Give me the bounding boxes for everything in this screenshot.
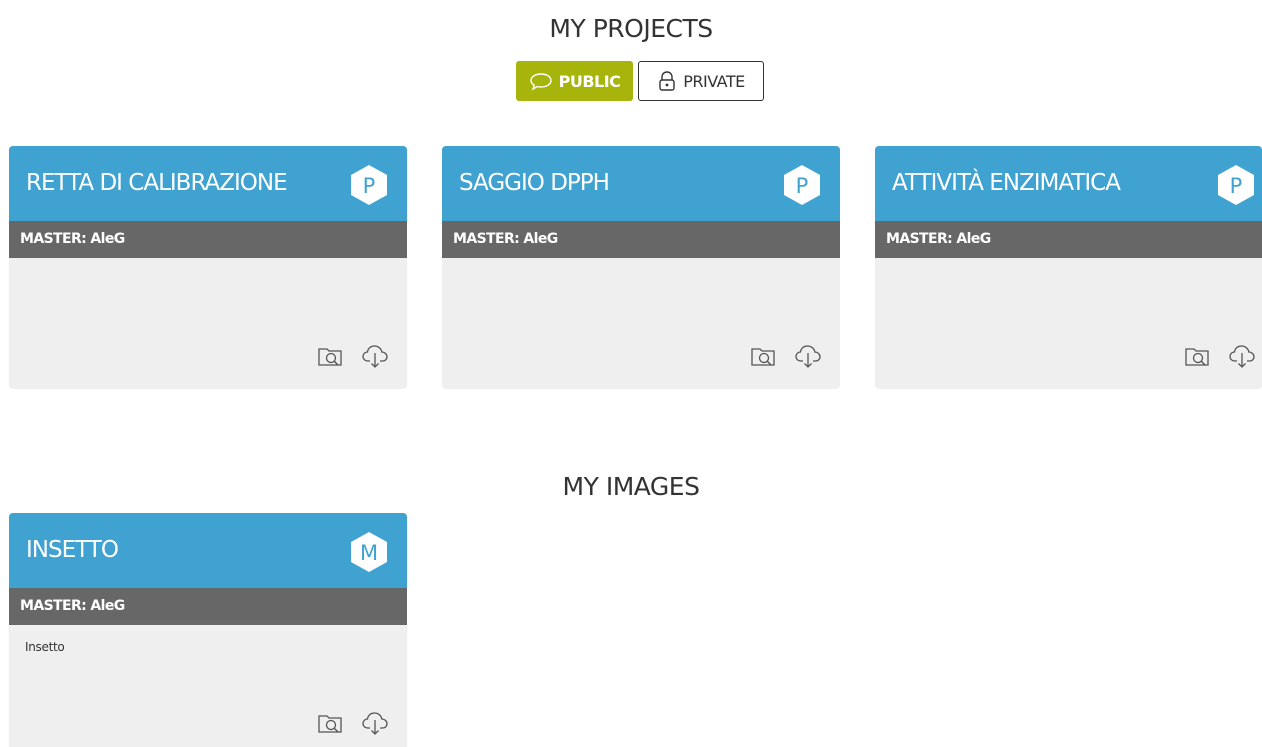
image-badge-icon: M [351,532,387,572]
project-badge-icon: P [784,165,820,205]
project-card[interactable]: ATTIVITÀ ENZIMATICA P MASTER: AleG [875,146,1262,389]
folder-search-icon[interactable] [1183,341,1213,371]
visibility-toggle: PUBLIC PRIVATE [516,61,764,101]
card-actions [316,708,390,738]
cloud-download-icon[interactable] [793,341,823,371]
card-title: INSETTO [26,537,119,563]
folder-search-icon[interactable] [316,341,346,371]
svg-text:P: P [363,174,376,198]
cloud-download-icon[interactable] [1227,341,1257,371]
image-card[interactable]: INSETTO M MASTER: AleG Insetto [9,513,407,747]
card-header: SAGGIO DPPH P [442,146,840,221]
master-label: MASTER: AleG [442,221,840,258]
cloud-download-icon[interactable] [360,708,390,738]
card-actions [749,341,823,371]
master-label: MASTER: AleG [875,221,1262,258]
private-toggle-button[interactable]: PRIVATE [638,61,764,101]
svg-text:M: M [360,541,378,565]
card-title: RETTA DI CALIBRAZIONE [26,170,288,196]
card-header: ATTIVITÀ ENZIMATICA P [875,146,1262,221]
public-toggle-button[interactable]: PUBLIC [516,61,633,101]
project-card[interactable]: RETTA DI CALIBRAZIONE P MASTER: AleG [9,146,407,389]
master-label: MASTER: AleG [9,221,407,258]
card-actions [316,341,390,371]
public-toggle-label: PUBLIC [558,71,621,91]
svg-text:P: P [796,174,809,198]
folder-search-icon[interactable] [749,341,779,371]
folder-search-icon[interactable] [316,708,346,738]
projects-section-title: MY PROJECTS [549,14,713,43]
card-header: RETTA DI CALIBRAZIONE P [9,146,407,221]
project-badge-icon: P [1218,165,1254,205]
padlock-icon [657,70,677,92]
card-description: Insetto [25,640,65,654]
card-header: INSETTO M [9,513,407,588]
cloud-download-icon[interactable] [360,341,390,371]
card-title: SAGGIO DPPH [459,170,610,196]
card-actions [1183,341,1257,371]
svg-text:P: P [1230,174,1243,198]
private-toggle-label: PRIVATE [683,71,745,91]
master-label: MASTER: AleG [9,588,407,625]
speech-bubble-icon [529,71,553,91]
project-card[interactable]: SAGGIO DPPH P MASTER: AleG [442,146,840,389]
project-badge-icon: P [351,165,387,205]
images-section-title: MY IMAGES [562,472,700,501]
card-title: ATTIVITÀ ENZIMATICA [892,170,1121,196]
